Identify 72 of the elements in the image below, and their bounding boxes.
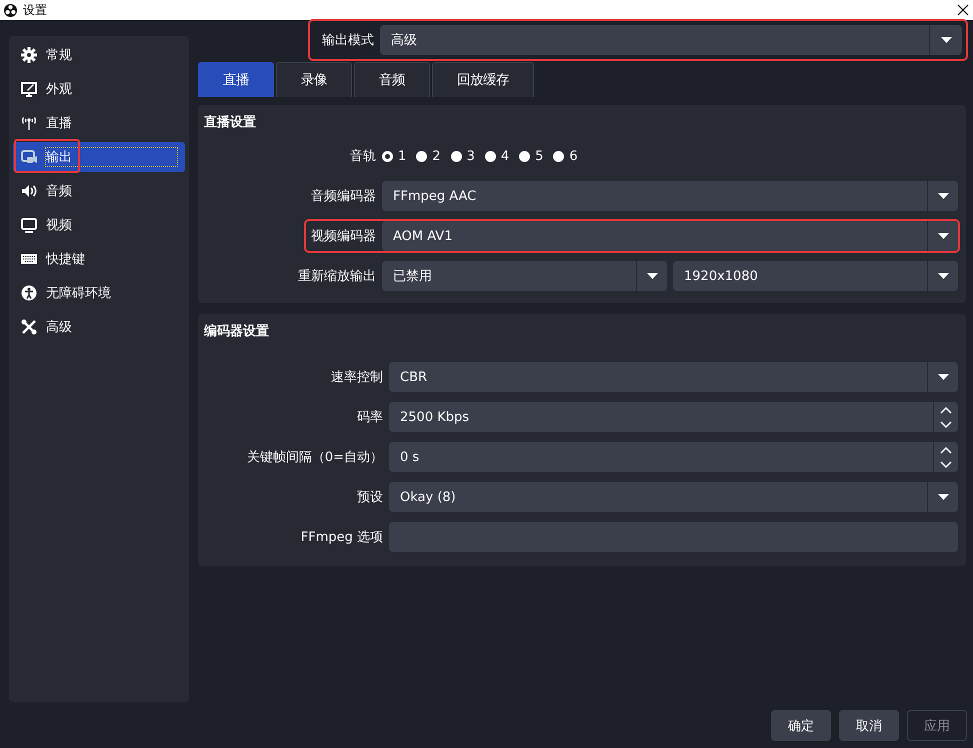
dropdown[interactable]: Okay (8) bbox=[389, 482, 958, 512]
radio-button[interactable] bbox=[382, 150, 393, 162]
close-icon[interactable] bbox=[957, 4, 969, 16]
screen-camera-icon bbox=[21, 150, 37, 163]
field-label: 输出模式 bbox=[322, 32, 374, 49]
monitor-icon bbox=[21, 218, 37, 233]
spin-up-icon[interactable] bbox=[940, 406, 952, 414]
field-label: 重新缩放输出 bbox=[297, 268, 376, 285]
radio-label: 2 bbox=[432, 148, 441, 164]
radio-label: 4 bbox=[500, 148, 510, 164]
radio-label: 1 bbox=[398, 148, 406, 164]
spin-down-icon[interactable] bbox=[940, 420, 952, 428]
section-title: 编码器设置 bbox=[204, 322, 270, 340]
radio-button[interactable] bbox=[484, 150, 496, 162]
dropdown[interactable]: 高级 bbox=[380, 25, 962, 55]
field-label: 视频编码器 bbox=[310, 228, 376, 245]
radio-label: 5 bbox=[535, 148, 544, 164]
app-logo-icon bbox=[4, 4, 17, 16]
tab[interactable]: 录像 bbox=[276, 62, 352, 97]
field-label: 码率 bbox=[356, 409, 383, 426]
sidebar-item[interactable]: 视频 bbox=[13, 210, 185, 240]
accessibility-icon bbox=[22, 286, 36, 300]
spin-box[interactable]: 0 s bbox=[389, 442, 958, 472]
spin-box[interactable]: 2500 Kbps bbox=[389, 402, 958, 432]
dropdown[interactable]: AOM AV1 bbox=[382, 221, 958, 251]
spin-down-icon[interactable] bbox=[940, 460, 952, 468]
sidebar-item[interactable]: 音频 bbox=[13, 176, 185, 206]
window-title: 设置 bbox=[23, 2, 48, 18]
sidebar-item[interactable]: 外观 bbox=[13, 74, 185, 104]
tab[interactable]: 音频 bbox=[354, 62, 430, 97]
field-label: 速率控制 bbox=[330, 369, 383, 386]
caret-icon bbox=[938, 273, 948, 279]
caret-icon bbox=[938, 233, 948, 239]
keyboard-icon bbox=[21, 254, 37, 264]
sidebar-item[interactable]: 快捷键 bbox=[13, 244, 185, 274]
caret-icon bbox=[938, 374, 948, 380]
caret-icon bbox=[938, 494, 948, 500]
dialog-button[interactable]: 确定 bbox=[771, 710, 831, 741]
dropdown[interactable]: 已禁用 bbox=[382, 261, 667, 291]
monitor-brush-icon bbox=[21, 82, 37, 97]
caret-icon bbox=[646, 273, 658, 279]
radio-button[interactable] bbox=[519, 150, 530, 162]
radio-button[interactable] bbox=[450, 150, 462, 162]
radio-label: 6 bbox=[569, 148, 578, 164]
speaker-icon bbox=[22, 185, 36, 197]
radio-label: 3 bbox=[466, 148, 475, 164]
dropdown[interactable]: FFmpeg AAC bbox=[382, 181, 958, 211]
field-label: 音轨 bbox=[349, 148, 376, 165]
field-label: 音频编码器 bbox=[310, 188, 376, 205]
sidebar-item[interactable]: 直播 bbox=[13, 108, 185, 138]
gear-icon bbox=[21, 47, 37, 63]
section-title: 直播设置 bbox=[204, 114, 257, 131]
sidebar-item[interactable]: 高级 bbox=[13, 312, 185, 342]
sidebar-item[interactable]: 输出 bbox=[13, 142, 185, 172]
spin-up-icon[interactable] bbox=[940, 446, 952, 454]
input-field[interactable] bbox=[389, 522, 958, 552]
radio-button[interactable] bbox=[416, 150, 428, 162]
tools-icon bbox=[22, 320, 36, 334]
dropdown[interactable]: CBR bbox=[389, 362, 958, 392]
caret-icon bbox=[940, 37, 952, 43]
dropdown[interactable]: 1920x1080 bbox=[673, 261, 958, 291]
field-label: 预设 bbox=[356, 489, 383, 506]
sidebar-item[interactable]: 常规 bbox=[13, 40, 185, 70]
radio-button[interactable] bbox=[553, 150, 564, 162]
antenna-icon bbox=[22, 116, 36, 131]
field-label: FFmpeg 选项 bbox=[300, 529, 383, 546]
tab[interactable]: 回放缓存 bbox=[432, 62, 534, 97]
dialog-button[interactable]: 取消 bbox=[839, 710, 899, 741]
sidebar-item[interactable]: 无障碍环境 bbox=[13, 278, 185, 308]
caret-icon bbox=[938, 193, 948, 199]
field-label: 关键帧间隔（0=自动） bbox=[246, 449, 383, 466]
tab[interactable]: 直播 bbox=[198, 62, 274, 97]
